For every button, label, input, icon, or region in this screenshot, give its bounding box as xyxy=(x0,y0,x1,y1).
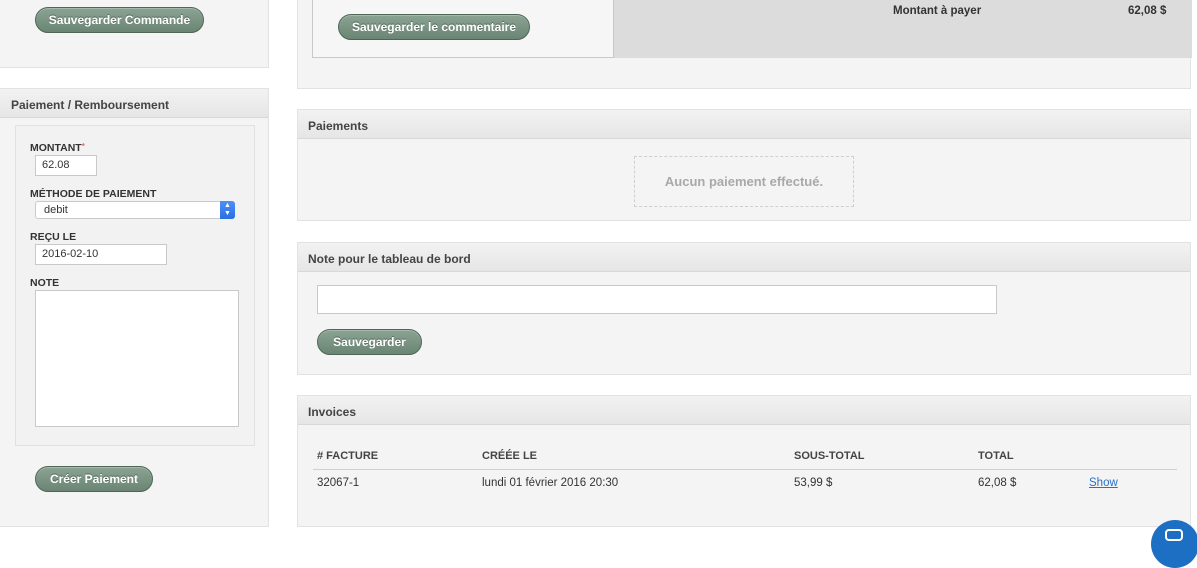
note-textarea[interactable] xyxy=(35,290,239,427)
invoices-header: Invoices xyxy=(298,396,1190,425)
chat-bubble-icon[interactable] xyxy=(1151,520,1197,568)
chat-bubble-glyph xyxy=(1165,529,1183,541)
invoice-number: 32067-1 xyxy=(317,477,360,489)
dashboard-note-textarea[interactable] xyxy=(317,285,997,314)
save-order-button[interactable]: Sauvegarder Commande xyxy=(35,7,204,33)
invoices-title: Invoices xyxy=(308,405,357,419)
invoice-show-link[interactable]: Show xyxy=(1089,477,1118,489)
comment-box: Sauvegarder le commentaire xyxy=(312,0,614,58)
dashboard-note-panel: Note pour le tableau de bord Sauvegarder xyxy=(297,242,1191,375)
note-label: NOTE xyxy=(30,277,60,289)
payment-method-label: MÉTHODE DE PAIEMENT xyxy=(30,188,157,200)
amount-label: MONTANT* xyxy=(30,142,85,154)
totals-box: Montant à payer 62,08 $ xyxy=(614,0,1192,58)
column-header-subtotal: SOUS-TOTAL xyxy=(794,450,865,462)
payment-refund-panel: Paiement / Remboursement MONTANT* 62.08 … xyxy=(0,88,269,527)
payments-empty-box: Aucun paiement effectué. xyxy=(634,156,854,207)
dashboard-note-header: Note pour le tableau de bord xyxy=(298,243,1190,272)
payments-empty-text: Aucun paiement effectué. xyxy=(664,174,824,189)
payment-refund-header: Paiement / Remboursement xyxy=(0,89,268,118)
required-mark: * xyxy=(81,142,85,151)
invoices-table: # FACTURE CRÉÉE LE SOUS-TOTAL TOTAL 3206… xyxy=(313,444,1177,504)
payments-title: Paiements xyxy=(308,119,369,133)
column-header-total: TOTAL xyxy=(978,450,1014,462)
create-payment-button[interactable]: Créer Paiement xyxy=(35,466,153,492)
received-date-label: REÇU LE xyxy=(30,231,77,243)
amount-due-value: 62,08 $ xyxy=(1128,5,1167,17)
payment-refund-title: Paiement / Remboursement xyxy=(11,98,170,112)
amount-due-label: Montant à payer xyxy=(893,5,982,17)
dashboard-note-title: Note pour le tableau de bord xyxy=(308,252,471,266)
amount-input[interactable]: 62.08 xyxy=(35,155,97,176)
invoice-subtotal: 53,99 $ xyxy=(794,477,833,489)
payment-form: MONTANT* 62.08 MÉTHODE DE PAIEMENT debit… xyxy=(15,125,255,446)
received-date-input[interactable]: 2016-02-10 xyxy=(35,244,167,265)
payment-method-select[interactable]: debit ▲ ▼ xyxy=(35,201,235,219)
invoice-total: 62,08 $ xyxy=(978,477,1017,489)
column-header-invoice-number: # FACTURE xyxy=(317,450,379,462)
table-row: 32067-1 lundi 01 février 2016 20:30 53,9… xyxy=(313,470,1177,498)
payments-panel: Paiements Aucun paiement effectué. xyxy=(297,109,1191,221)
order-summary-panel: Sauvegarder le commentaire Montant à pay… xyxy=(297,0,1192,89)
save-comment-button[interactable]: Sauvegarder le commentaire xyxy=(338,14,530,40)
payments-header: Paiements xyxy=(298,110,1190,139)
invoice-created: lundi 01 février 2016 20:30 xyxy=(482,477,619,489)
payment-method-value: debit xyxy=(44,204,68,216)
updown-chevron-icon: ▲ ▼ xyxy=(220,201,235,219)
invoices-panel: Invoices # FACTURE CRÉÉE LE SOUS-TOTAL T… xyxy=(297,395,1191,527)
save-note-button[interactable]: Sauvegarder xyxy=(317,329,422,355)
column-header-created: CRÉÉE LE xyxy=(482,450,538,462)
order-save-panel: Sauvegarder Commande xyxy=(0,0,269,68)
